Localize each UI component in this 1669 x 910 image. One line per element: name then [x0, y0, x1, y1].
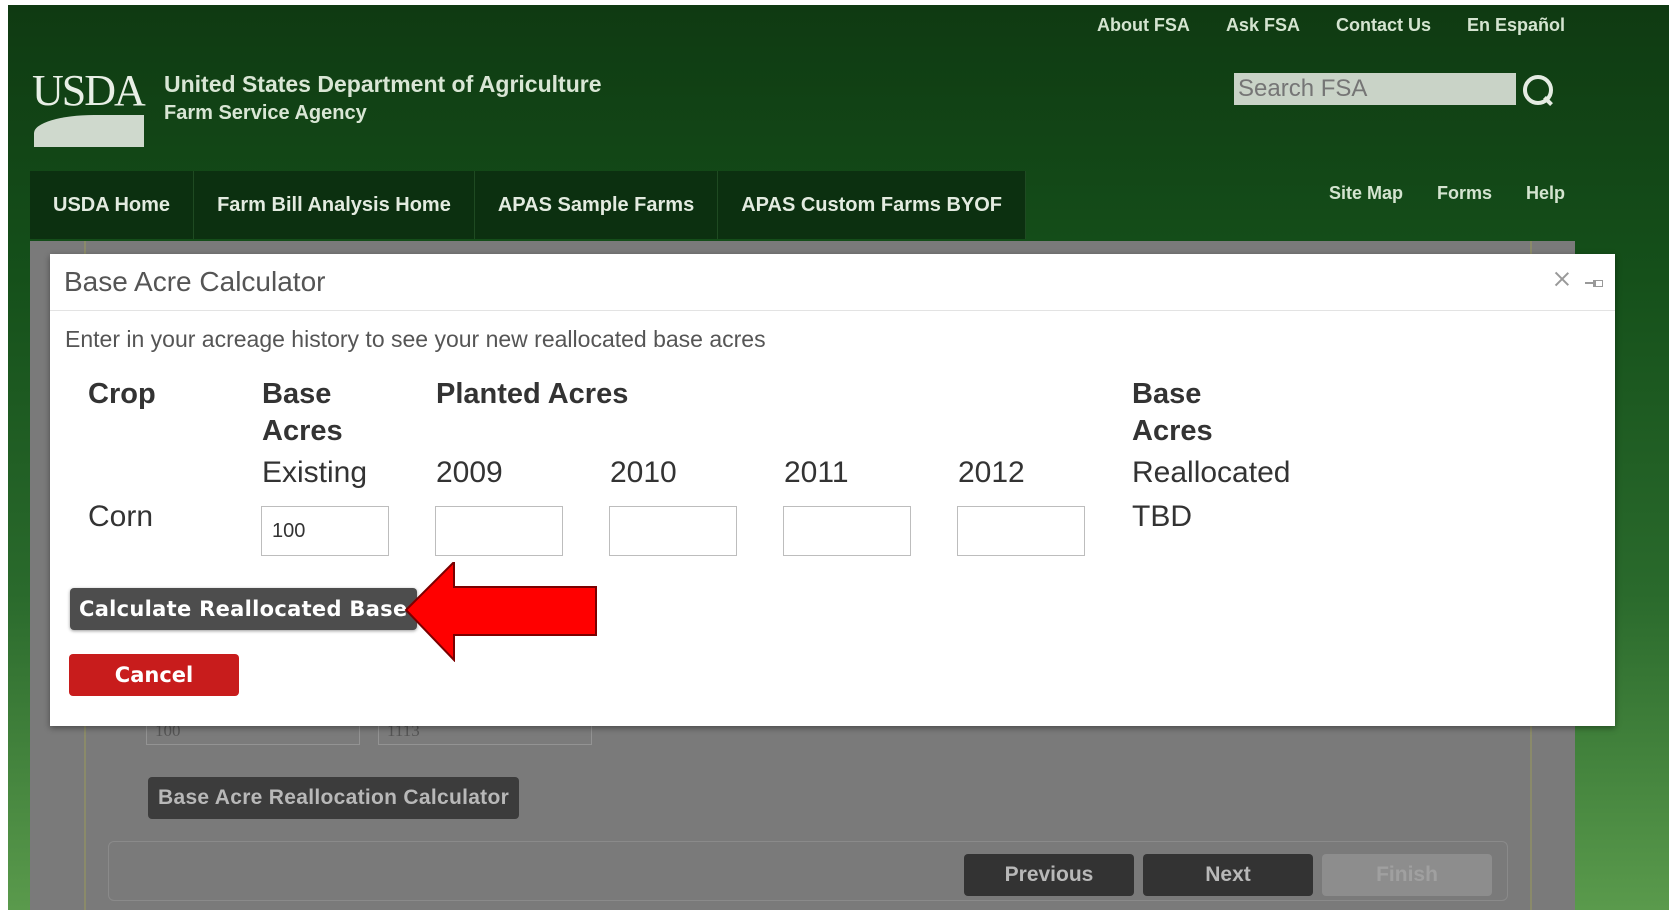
- utility-links: Site Map Forms Help: [1329, 183, 1565, 204]
- calculate-reallocated-base-button[interactable]: Calculate Reallocated Base: [70, 588, 417, 630]
- main-nav: USDA Home Farm Bill Analysis Home APAS S…: [30, 171, 1026, 239]
- usda-logo[interactable]: USDA: [32, 69, 146, 149]
- search-box: [1234, 71, 1556, 107]
- existing-subheader: Existing: [262, 456, 368, 489]
- planted-acres-2010-input[interactable]: [609, 506, 737, 556]
- nav-tab-apas-sample-farms[interactable]: APAS Sample Farms: [475, 171, 719, 239]
- forms-link[interactable]: Forms: [1437, 183, 1492, 204]
- dialog-title: Base Acre Calculator: [64, 266, 326, 297]
- pin-icon[interactable]: [1585, 280, 1603, 287]
- help-link[interactable]: Help: [1526, 183, 1565, 204]
- existing-base-acres-input[interactable]: [261, 506, 389, 556]
- usda-logo-text: USDA: [32, 66, 146, 115]
- reallocated-subheader: Reallocated: [1132, 456, 1291, 489]
- usda-logo-swoosh: [34, 115, 144, 147]
- nav-tab-apas-custom-farms[interactable]: APAS Custom Farms BYOF: [718, 171, 1026, 239]
- red-arrow-annotation: [404, 562, 597, 662]
- agency-name: United States Department of Agriculture: [164, 71, 602, 97]
- nav-tab-usda-home[interactable]: USDA Home: [30, 171, 195, 239]
- reallocated-header-line1: Base: [1132, 378, 1202, 410]
- year-2009-subheader: 2009: [436, 456, 503, 489]
- year-2011-subheader: 2011: [784, 456, 849, 489]
- finish-button: Finish: [1322, 854, 1492, 896]
- planted-acres-2011-input[interactable]: [783, 506, 911, 556]
- year-2010-subheader: 2010: [610, 456, 677, 489]
- reallocated-base-value: TBD: [1132, 500, 1192, 533]
- agency-title: United States Department of Agriculture …: [164, 71, 601, 125]
- en-espanol-link[interactable]: En Español: [1467, 15, 1565, 36]
- site-map-link[interactable]: Site Map: [1329, 183, 1403, 204]
- base-acres-column-header: Base Acres: [262, 376, 343, 450]
- nav-tab-farm-bill-analysis-home[interactable]: Farm Bill Analysis Home: [194, 171, 475, 239]
- planted-acres-2012-input[interactable]: [957, 506, 1085, 556]
- top-links: About FSA Ask FSA Contact Us En Español: [1097, 15, 1565, 36]
- base-acre-calculator-dialog: Base Acre Calculator Enter in your acrea…: [50, 254, 1615, 726]
- agency-subname: Farm Service Agency: [164, 102, 367, 124]
- crop-column-header: Crop: [88, 378, 156, 410]
- base-acres-header-line2: Acres: [262, 415, 343, 447]
- red-arrow-shape: [404, 562, 597, 662]
- contact-us-link[interactable]: Contact Us: [1336, 15, 1431, 36]
- base-acre-reallocation-calculator-button: Base Acre Reallocation Calculator: [148, 777, 520, 819]
- reallocated-base-acres-column-header: Base Acres: [1132, 376, 1213, 450]
- ask-fsa-link[interactable]: Ask FSA: [1226, 15, 1300, 36]
- dialog-instructions: Enter in your acreage history to see you…: [65, 326, 766, 352]
- previous-button: Previous: [964, 854, 1134, 896]
- planted-acres-2009-input[interactable]: [435, 506, 563, 556]
- crop-name-corn: Corn: [88, 500, 154, 533]
- about-fsa-link[interactable]: About FSA: [1097, 15, 1190, 36]
- close-icon[interactable]: [1553, 270, 1571, 288]
- year-2012-subheader: 2012: [958, 456, 1025, 489]
- next-button: Next: [1143, 854, 1313, 896]
- planted-acres-column-header: Planted Acres: [436, 378, 629, 410]
- base-acres-header-line1: Base: [262, 378, 332, 410]
- search-icon[interactable]: [1520, 71, 1556, 107]
- search-input[interactable]: [1234, 73, 1516, 105]
- cancel-button[interactable]: Cancel: [69, 654, 239, 696]
- reallocated-header-line2: Acres: [1132, 415, 1213, 447]
- dialog-header: Base Acre Calculator: [50, 254, 1615, 311]
